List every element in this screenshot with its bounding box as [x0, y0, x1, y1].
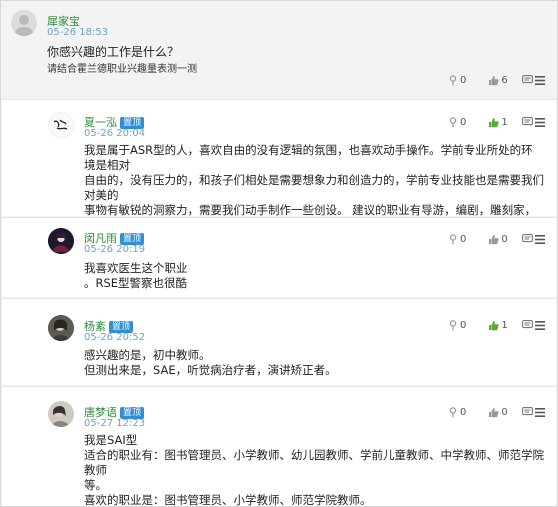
reply-line: 自由的，没有压力的，和孩子们相处是需要想象力和创造力的，学前专业技能也是需要我们…	[84, 173, 544, 202]
reply-like-count: 0	[460, 233, 467, 245]
post-like-button[interactable]: 0	[448, 75, 466, 86]
reply-body: 我是SAI型 适合的职业有：图书管理员、小学教师、幼儿园教师、学前儿童教师、中学…	[84, 433, 544, 507]
calligraphy-avatar-icon	[48, 112, 74, 138]
reply-actions: 0 1	[448, 115, 533, 129]
reply-line: 但测出来是，SAE，听觉病治疗者，演讲矫正者。	[84, 363, 337, 377]
reply-like-button[interactable]: 0	[448, 320, 466, 331]
reply-actions: 0 1	[448, 318, 533, 332]
reply-actions: 0 0	[448, 232, 533, 246]
reply-card: 杨紊 置顶 05-26 20:52 感兴趣的是，初中教师。 但测出来是，SAE，听…	[2, 298, 556, 385]
post-actions: 0 6	[448, 73, 533, 87]
reply-thumb-button[interactable]: 1	[488, 319, 508, 331]
reply-actions: 0 0	[448, 405, 533, 419]
reply-line: 感兴趣的是，初中教师。	[84, 348, 211, 362]
reply-avatar[interactable]	[48, 401, 74, 427]
reply-menu-icon[interactable]	[535, 118, 545, 127]
reply-card: 闵凡雨 置顶 05-26 20:19 我喜欢医生这个职业 。RSE型警察也很酷 0…	[2, 217, 556, 297]
post-author-avatar[interactable]	[11, 10, 37, 36]
thumbs-up-icon	[489, 320, 499, 330]
reply-like-count: 0	[460, 406, 467, 418]
photo-avatar-icon	[48, 315, 74, 341]
post-thumb-button[interactable]: 6	[488, 74, 508, 86]
reply-avatar[interactable]	[48, 315, 74, 341]
post-title: 你感兴趣的工作是什么？	[47, 45, 180, 59]
thumbs-up-icon	[489, 75, 499, 85]
reply-menu-icon[interactable]	[535, 235, 545, 244]
comment-icon[interactable]	[521, 320, 533, 330]
reply-menu-icon[interactable]	[535, 321, 545, 330]
comment-icon[interactable]	[521, 407, 533, 417]
reply-avatar[interactable]	[48, 228, 74, 254]
flower-like-icon	[449, 233, 457, 244]
reply-line: 我喜欢医生这个职业	[84, 261, 188, 275]
reply-avatar[interactable]	[48, 112, 74, 138]
reply-card: 夏一泓 置顶 05-26 20:04 我是属于ASR型的人，喜欢自由的没有逻辑的氛…	[2, 99, 556, 247]
post-menu-icon[interactable]	[535, 76, 545, 85]
thumbs-up-icon	[489, 407, 499, 417]
reply-like-count: 0	[460, 319, 467, 331]
reply-line: 我是SAI型	[84, 433, 138, 447]
reply-timestamp: 05-26 20:52	[84, 332, 146, 343]
photo-avatar-icon	[48, 401, 74, 427]
reply-body: 感兴趣的是，初中教师。 但测出来是，SAE，听觉病治疗者，演讲矫正者。	[84, 348, 544, 378]
reply-body: 我喜欢医生这个职业 。RSE型警察也很酷	[84, 261, 544, 291]
reply-thumb-button[interactable]: 1	[488, 116, 508, 128]
reply-line: 。RSE型警察也很酷	[84, 276, 188, 290]
reply-timestamp: 05-26 20:04	[84, 128, 146, 139]
thumbs-up-icon	[489, 234, 499, 244]
post-subtitle: 请结合霍兰德职业兴趣量表测一测	[47, 64, 197, 75]
post-like-count: 0	[460, 74, 467, 86]
flower-like-icon	[449, 406, 457, 417]
reply-like-button[interactable]: 0	[448, 234, 466, 245]
reply-thumb-count: 1	[501, 319, 508, 331]
reply-line: 我是属于ASR型的人，喜欢自由的没有逻辑的氛围，也喜欢动手操作。学前专业所处的环…	[84, 143, 533, 172]
flower-like-icon	[449, 74, 457, 85]
reply-thumb-button[interactable]: 0	[488, 406, 508, 418]
comment-icon[interactable]	[521, 75, 533, 85]
flower-like-icon	[449, 116, 457, 127]
comment-icon[interactable]	[521, 117, 533, 127]
thread-frame: 犀家宝 05-26 18:53 你感兴趣的工作是什么？ 请结合霍兰德职业兴趣量表…	[0, 0, 558, 507]
reply-thumb-count: 0	[501, 233, 508, 245]
post-thumb-count: 6	[501, 74, 508, 86]
flower-like-icon	[449, 319, 457, 330]
reply-like-count: 0	[460, 116, 467, 128]
reply-timestamp: 05-27 12:23	[84, 418, 146, 429]
reply-menu-icon[interactable]	[535, 408, 545, 417]
reply-thumb-button[interactable]: 0	[488, 233, 508, 245]
reply-timestamp: 05-26 20:19	[84, 244, 146, 255]
reply-thumb-count: 0	[501, 406, 508, 418]
reply-thumb-count: 1	[501, 116, 508, 128]
reply-line: 等。	[84, 478, 107, 492]
portrait-avatar-icon	[48, 228, 74, 254]
thumbs-up-icon	[489, 117, 499, 127]
reply-like-button[interactable]: 0	[448, 117, 466, 128]
reply-card: 唐梦语 置顶 05-27 12:23 我是SAI型 适合的职业有：图书管理员、小学…	[2, 386, 556, 507]
comment-icon[interactable]	[521, 234, 533, 244]
reply-line: 喜欢的职业是：图书管理员、小学教师、师范学院教师。	[84, 493, 372, 507]
reply-like-button[interactable]: 0	[448, 407, 466, 418]
reply-line: 适合的职业有：图书管理员、小学教师、幼儿园教师、学前儿童教师、中学教师、师范学院…	[84, 448, 544, 477]
post-timestamp: 05-26 18:53	[47, 27, 109, 38]
original-post: 犀家宝 05-26 18:53 你感兴趣的工作是什么？ 请结合霍兰德职业兴趣量表…	[2, 2, 556, 98]
